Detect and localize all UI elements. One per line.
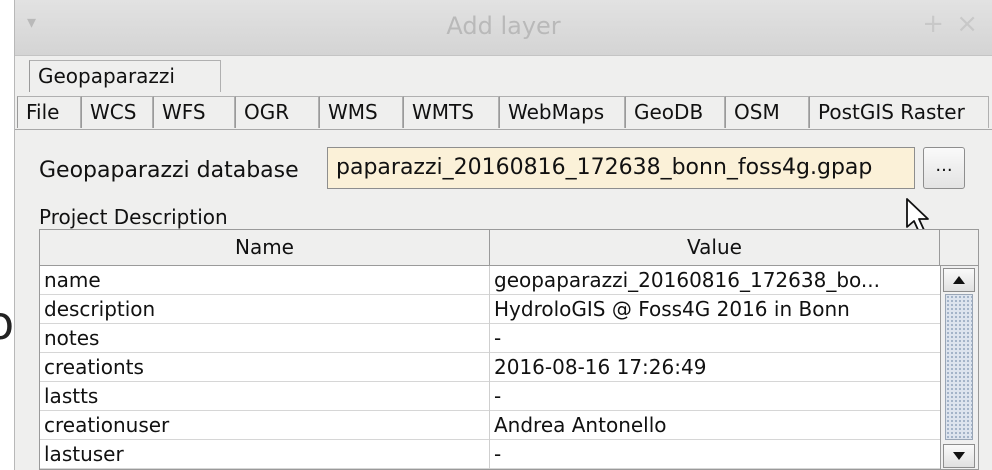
table-row[interactable]: lastuser -	[40, 440, 940, 469]
cell-name: lastuser	[40, 440, 490, 469]
scroll-down-button[interactable]	[943, 444, 975, 468]
cell-value: -	[494, 326, 502, 350]
database-path-input[interactable]: paparazzi_20160816_172638_bonn_foss4g.gp…	[327, 147, 915, 189]
tab-row-top: Geopaparazzi	[15, 58, 992, 92]
cell-value: Andrea Antonello	[494, 413, 667, 437]
tab-wms[interactable]: WMS	[319, 96, 403, 128]
close-icon[interactable]: ×	[956, 9, 978, 39]
table-header: Name Value	[40, 230, 978, 266]
title-bar[interactable]: ▾ Add layer + ×	[15, 0, 992, 56]
stray-text-fragment: o	[0, 296, 15, 350]
table-row[interactable]: description HydroloGIS @ Foss4G 2016 in …	[40, 295, 940, 324]
cell-value: HydroloGIS @ Foss4G 2016 in Bonn	[494, 297, 850, 321]
tab-wcs[interactable]: WCS	[81, 96, 153, 128]
scroll-thumb[interactable]	[945, 294, 973, 440]
table-row[interactable]: creationuser Andrea Antonello	[40, 411, 940, 440]
project-description-table: Name Value name geopaparazzi_20160816_17…	[39, 229, 979, 470]
tab-wmts[interactable]: WMTS	[403, 96, 499, 128]
table-row[interactable]: lastts -	[40, 382, 940, 411]
tab-wfs[interactable]: WFS	[153, 96, 235, 128]
tab-file[interactable]: File	[17, 96, 81, 128]
cell-name: name	[40, 266, 490, 295]
vertical-scrollbar[interactable]	[940, 266, 978, 469]
cell-value: 2016-08-16 17:26:49	[494, 355, 707, 379]
arrow-down-icon	[953, 452, 965, 460]
cell-value: -	[494, 384, 502, 408]
browse-button[interactable]: ...	[923, 147, 965, 189]
cell-value: -	[494, 442, 502, 466]
project-description-label: Project Description	[39, 205, 228, 229]
table-body: name geopaparazzi_20160816_172638_bo... …	[40, 266, 940, 469]
tab-geopaparazzi[interactable]: Geopaparazzi	[29, 60, 221, 92]
cell-name: lastts	[40, 382, 490, 411]
table-row[interactable]: creationts 2016-08-16 17:26:49	[40, 353, 940, 382]
tab-postgis-raster[interactable]: PostGIS Raster	[809, 96, 989, 128]
column-header-value[interactable]: Value	[490, 230, 940, 266]
database-label: Geopaparazzi database	[39, 158, 299, 183]
cell-name: creationts	[40, 353, 490, 382]
cell-name: description	[40, 295, 490, 324]
table-row[interactable]: notes -	[40, 324, 940, 353]
maximize-icon[interactable]: +	[922, 9, 944, 39]
tab-row-bottom: File WCS WFS OGR WMS WMTS WebMaps GeoDB …	[15, 92, 992, 130]
tab-ogr[interactable]: OGR	[235, 96, 319, 128]
add-layer-dialog: ▾ Add layer + × Geopaparazzi File WCS WF…	[14, 0, 992, 470]
tab-webmaps[interactable]: WebMaps	[499, 96, 625, 128]
scroll-up-button[interactable]	[943, 268, 975, 292]
column-header-name[interactable]: Name	[40, 230, 490, 266]
cell-value: geopaparazzi_20160816_172638_bo...	[494, 268, 880, 292]
tab-geodb[interactable]: GeoDB	[625, 96, 725, 128]
table-row[interactable]: name geopaparazzi_20160816_172638_bo...	[40, 266, 940, 295]
cell-name: notes	[40, 324, 490, 353]
window-title: Add layer	[446, 12, 561, 40]
tab-osm[interactable]: OSM	[725, 96, 809, 128]
geopaparazzi-panel: Geopaparazzi database paparazzi_20160816…	[15, 131, 992, 470]
cell-name: creationuser	[40, 411, 490, 440]
arrow-up-icon	[953, 276, 965, 284]
